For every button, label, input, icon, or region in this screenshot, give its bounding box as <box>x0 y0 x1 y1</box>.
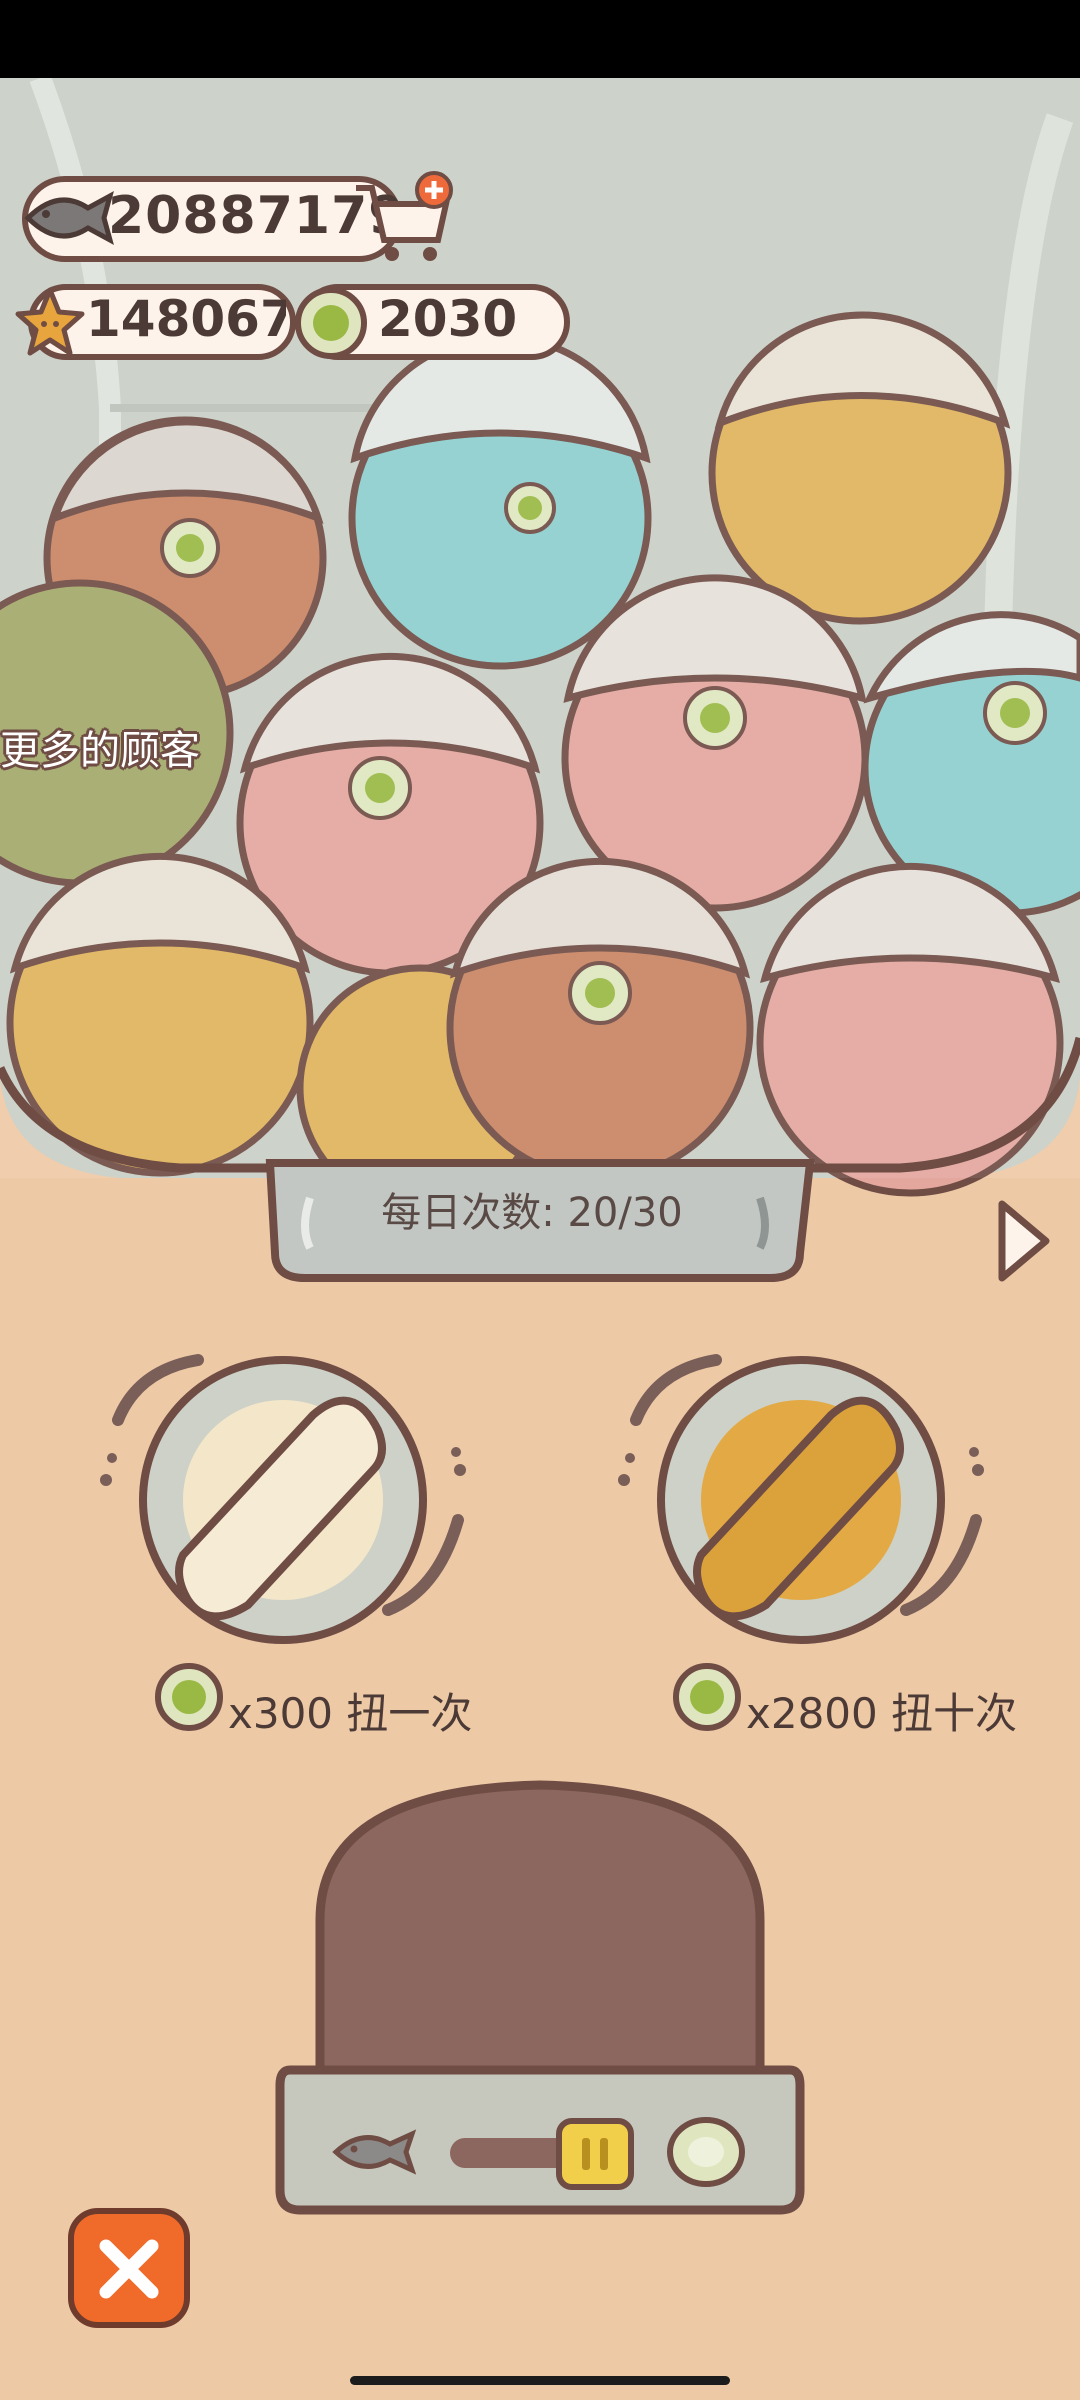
close-icon <box>99 2239 159 2299</box>
close-button[interactable] <box>68 2208 190 2328</box>
shop-cart-icon[interactable] <box>350 170 460 270</box>
spin-ten-knob[interactable] <box>606 1340 996 1660</box>
fish-icon <box>24 190 114 246</box>
home-indicator[interactable] <box>350 2376 730 2385</box>
daily-spins-label: 每日次数: 20/30 <box>381 1190 683 1236</box>
coin-icon <box>295 287 367 359</box>
star-count: 148067. <box>86 290 286 348</box>
spin-once-knob[interactable] <box>88 1340 478 1660</box>
spin-once-cost[interactable]: x300 扭一次 <box>228 1680 472 1741</box>
coin-icon[interactable] <box>664 2114 748 2190</box>
chevron-right-icon[interactable] <box>992 1196 1056 1286</box>
coin-icon <box>673 1663 741 1731</box>
coin-count: 2030 <box>378 290 518 348</box>
status-bar <box>0 0 1080 78</box>
side-banner-text[interactable]: 更多的顾客 <box>0 718 200 776</box>
star-icon <box>15 287 85 356</box>
fish-icon[interactable] <box>330 2122 420 2182</box>
coin-icon <box>155 1663 223 1731</box>
mode-slider-handle[interactable] <box>556 2118 634 2190</box>
spin-ten-cost[interactable]: x2800 扭十次 <box>746 1680 1017 1741</box>
